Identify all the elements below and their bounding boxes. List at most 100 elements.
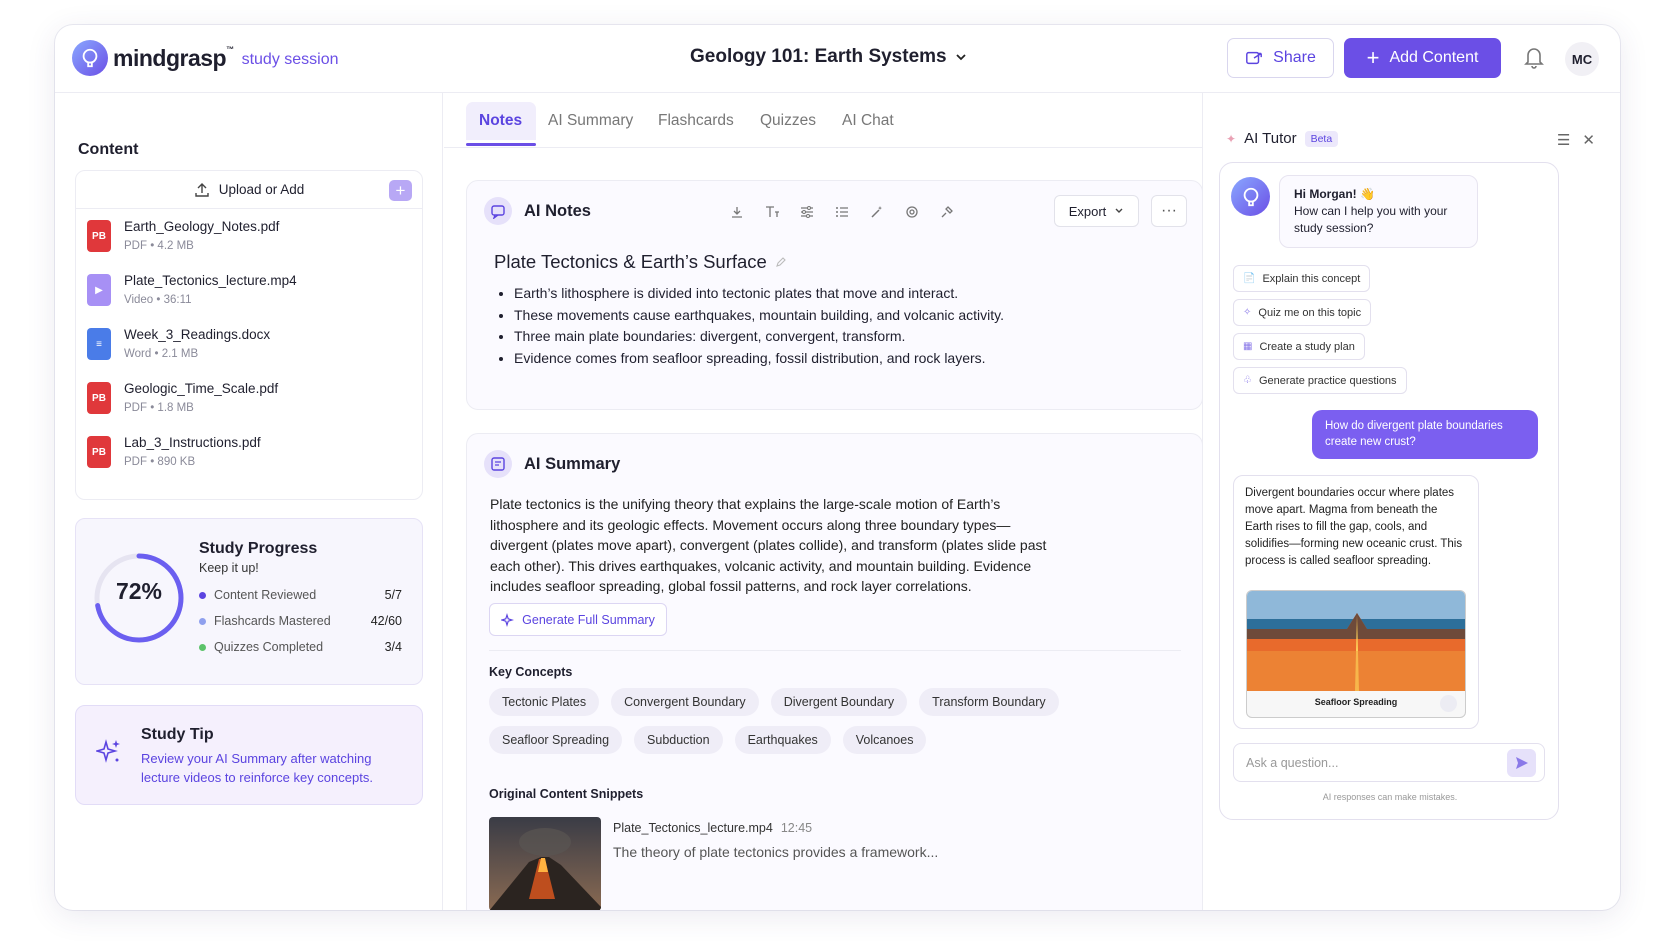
beta-badge: Beta xyxy=(1304,130,1339,147)
speaker-icon[interactable] xyxy=(1440,695,1457,712)
upload-button[interactable]: Upload or Add + xyxy=(76,171,422,209)
concept-chip[interactable]: Tectonic Plates xyxy=(489,688,600,716)
tip-title: Study Tip xyxy=(141,726,214,743)
notes-title: AI Notes xyxy=(524,202,591,220)
stat-value: 42/60 xyxy=(370,614,402,628)
suggestion-button[interactable]: ▦ Create a study plan xyxy=(1233,333,1365,360)
content-heading: Content xyxy=(78,141,139,158)
tutor-reply: Divergent boundaries occur where plates … xyxy=(1233,475,1479,729)
concept-chip[interactable]: Subduction xyxy=(634,726,723,754)
study-progress-card: 72% Study Progress Keep it up! Content R… xyxy=(75,518,423,685)
suggestion-button[interactable]: 📄 Explain this concept xyxy=(1233,265,1371,292)
text-format-icon[interactable] xyxy=(762,202,782,222)
brain-logo-icon xyxy=(72,40,108,76)
suggestion-button[interactable]: ♧ Generate practice questions xyxy=(1233,367,1407,394)
greeting-message: Hi Morgan! 👋 How can I help you with you… xyxy=(1279,175,1478,248)
concept-chip[interactable]: Volcanoes xyxy=(842,726,927,754)
concept-chip[interactable]: Divergent Boundary xyxy=(770,688,908,716)
ai-notes-card: AI Notes Export ··· Plate Tectonics & Ea… xyxy=(466,180,1203,410)
generate-label: Generate Full Summary xyxy=(522,612,655,627)
logo[interactable]: mindgrasp™ study session xyxy=(72,40,339,76)
notes-icon xyxy=(484,197,512,225)
note-bullet: Three main plate boundaries: divergent, … xyxy=(514,326,1174,348)
status-dot xyxy=(199,643,206,651)
edit-pencil-icon[interactable] xyxy=(775,256,787,268)
sliders-icon[interactable] xyxy=(797,202,817,222)
suggestion-label: Create a study plan xyxy=(1259,340,1355,353)
file-item[interactable]: ≡ Week_3_Readings.docx Word • 2.1 MB xyxy=(76,317,422,371)
word-icon: ≡ xyxy=(87,328,111,360)
tutor-header: ✦ AI Tutor Beta xyxy=(1226,130,1339,147)
snippet-source[interactable]: Plate_Tectonics_lecture.mp4 12:45 xyxy=(613,821,812,835)
concept-chip[interactable]: Seafloor Spreading xyxy=(489,726,623,754)
file-meta: PDF • 1.8 MB xyxy=(124,402,194,414)
course-selector[interactable]: Geology 101: Earth Systems xyxy=(690,46,967,68)
summary-text: Plate tectonics is the unifying theory t… xyxy=(490,496,1047,594)
concept-chip[interactable]: Earthquakes xyxy=(734,726,831,754)
concept-chip[interactable]: Transform Boundary xyxy=(919,688,1059,716)
sparkle-icon: ✧ xyxy=(1243,307,1252,318)
tab-flashcards[interactable]: Flashcards xyxy=(658,112,734,130)
tip-text: Review your AI Summary after watching le… xyxy=(141,751,373,785)
tab-ai-summary[interactable]: AI Summary xyxy=(548,112,633,130)
stat-value: 3/4 xyxy=(384,640,402,654)
tutor-reply-text: Divergent boundaries occur where plates … xyxy=(1245,487,1463,567)
file-list: PB Earth_Geology_Notes.pdf PDF • 4.2 MB ▶ Pl… xyxy=(76,209,422,479)
volcano-thumbnail[interactable] xyxy=(489,817,601,910)
file-item[interactable]: PB Geologic_Time_Scale.pdf PDF • 1.8 MB xyxy=(76,371,422,425)
snippet-text: The theory of plate tectonics provides a… xyxy=(613,844,939,860)
file-item[interactable]: ▶ Plate_Tectonics_lecture.mp4 Video • 36:1… xyxy=(76,263,422,317)
file-name: Geologic_Time_Scale.pdf xyxy=(124,381,279,396)
summary-icon xyxy=(484,450,512,478)
share-label: Share xyxy=(1273,49,1316,66)
suggestion-button[interactable]: ✧ Quiz me on this topic xyxy=(1233,299,1372,326)
app-window: mindgrasp™ study session Geology 101: Ea… xyxy=(55,25,1620,910)
progress-stat: Quizzes Completed 3/4 xyxy=(199,640,402,654)
export-label: Export xyxy=(1068,203,1107,219)
tab-notes[interactable]: Notes xyxy=(479,112,522,130)
ask-question-input[interactable] xyxy=(1234,744,1494,781)
file-item[interactable]: PB Lab_3_Instructions.pdf PDF • 890 KB xyxy=(76,425,422,479)
download-icon[interactable] xyxy=(727,202,747,222)
list-icon[interactable] xyxy=(832,202,852,222)
export-button[interactable]: Export xyxy=(1054,195,1139,227)
video-icon: ▶ xyxy=(87,274,111,306)
notes-heading: Plate Tectonics & Earth’s Surface xyxy=(494,251,787,273)
file-name: Earth_Geology_Notes.pdf xyxy=(124,219,280,234)
pin-icon[interactable] xyxy=(937,202,957,222)
share-button[interactable]: Share xyxy=(1227,38,1334,78)
tab-ai-chat[interactable]: AI Chat xyxy=(842,112,894,130)
chevron-down-icon xyxy=(955,54,966,61)
snippet-filename: Plate_Tectonics_lecture.mp4 xyxy=(613,821,773,835)
add-file-button[interactable]: + xyxy=(389,180,412,201)
settings-sliders-icon[interactable]: ☰ xyxy=(1557,131,1570,149)
add-content-button[interactable]: + Add Content xyxy=(1344,38,1501,78)
settings-icon[interactable] xyxy=(902,202,922,222)
plus-icon: + xyxy=(1366,45,1380,70)
tutor-title: AI Tutor xyxy=(1244,130,1297,147)
concept-chip[interactable]: Convergent Boundary xyxy=(611,688,759,716)
key-concepts-chips: Tectonic Plates Convergent Boundary Diverg… xyxy=(489,688,1189,754)
suggestion-label: Generate practice questions xyxy=(1258,374,1397,387)
send-button[interactable] xyxy=(1507,749,1536,777)
file-item[interactable]: PB Earth_Geology_Notes.pdf PDF • 4.2 MB xyxy=(76,209,422,263)
magic-wand-icon[interactable] xyxy=(867,202,887,222)
more-options-button[interactable]: ··· xyxy=(1151,195,1187,227)
course-title: Geology 101: Earth Systems xyxy=(690,46,947,67)
user-avatar[interactable]: MC xyxy=(1565,42,1599,76)
bell-icon[interactable] xyxy=(1523,45,1545,74)
file-meta: PDF • 890 KB xyxy=(124,456,196,468)
seafloor-spreading-diagram[interactable]: Seafloor Spreading xyxy=(1246,590,1466,718)
snippet-timestamp: 12:45 xyxy=(780,821,813,835)
user-message: How do divergent plate boundaries create… xyxy=(1312,410,1538,459)
stat-label: Flashcards Mastered xyxy=(214,614,331,628)
tab-quizzes[interactable]: Quizzes xyxy=(760,112,816,130)
greeting-title: Hi Morgan! 👋 xyxy=(1294,187,1375,201)
logo-text: mindgrasp™ xyxy=(113,44,234,71)
generate-full-summary-button[interactable]: Generate Full Summary xyxy=(489,603,667,636)
pdf-icon: PB xyxy=(87,436,111,468)
key-concepts-heading: Key Concepts xyxy=(489,665,573,679)
close-icon[interactable]: ✕ xyxy=(1582,131,1595,149)
note-bullet: Earth’s lithosphere is divided into tect… xyxy=(514,283,1174,305)
file-name: Week_3_Readings.docx xyxy=(124,327,271,342)
